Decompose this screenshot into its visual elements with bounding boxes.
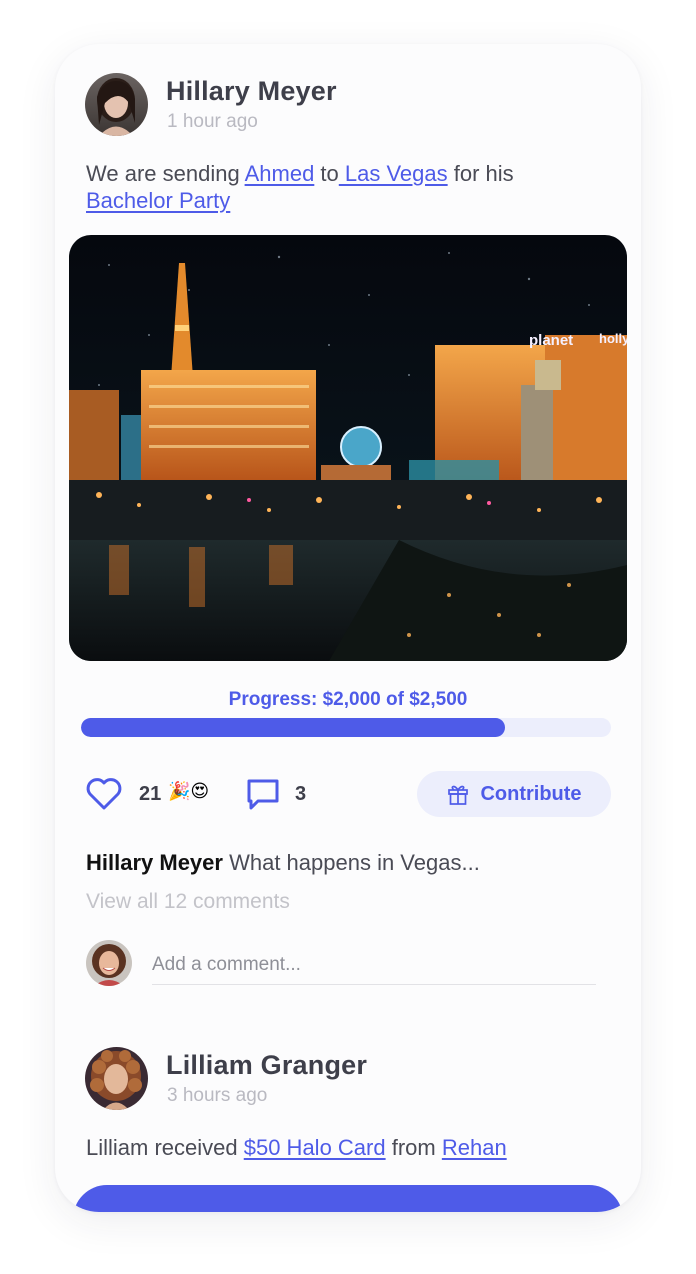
current-user-avatar [86,940,132,986]
progress-label: Progress: $2,000 of $2,500 [228,689,468,710]
post-timestamp: 3 hours ago [167,1085,268,1106]
post-timestamp: 1 hour ago [167,111,258,132]
heart-icon [86,778,122,810]
avatar-hillary[interactable] [85,73,148,136]
comment-count: 3 [295,783,307,805]
caption-text: for his [447,161,514,186]
caption-text: We are sending [86,161,245,186]
contribute-button[interactable]: Contribute [417,771,611,817]
comment-button[interactable] [245,776,281,812]
event-link-bachelor-party[interactable]: Bachelor Party [86,188,230,213]
gift-icon [448,785,469,805]
post-caption: We are sending Ahmed to Las Vegas for hi… [86,160,606,214]
post-image-las-vegas[interactable]: planet holly [69,235,627,661]
view-all-comments-link[interactable]: View all 12 comments [86,890,290,914]
svg-text:planet: planet [529,332,573,349]
reaction-emojis: 🎉😍 [168,781,210,802]
mention-link-ahmed[interactable]: Ahmed [245,161,315,186]
place-link-las-vegas[interactable]: Las Vegas [339,161,448,186]
progress-bar [81,718,611,737]
avatar-lilliam[interactable] [85,1047,148,1110]
caption-text: to [314,161,339,186]
like-count: 21 [139,783,162,805]
comment-text: What happens in Vegas... [222,850,480,875]
add-comment-input[interactable] [152,946,596,985]
speech-bubble-icon [247,779,279,810]
gift-card-link[interactable]: $50 Halo Card [244,1135,386,1160]
feed-card: Hillary Meyer 1 hour ago We are sending … [55,44,641,1212]
like-button[interactable] [85,776,123,812]
svg-text:holly: holly [599,331,627,346]
caption-text: Lilliam received [86,1135,244,1160]
top-comment: Hillary Meyer What happens in Vegas... [86,850,480,876]
contribute-label: Contribute [480,782,582,805]
mention-link-rehan[interactable]: Rehan [442,1135,507,1160]
post-author-name[interactable]: Lilliam Granger [166,1050,367,1081]
post-author-name[interactable]: Hillary Meyer [166,76,337,107]
progress-bar-fill [81,718,505,737]
comment-author[interactable]: Hillary Meyer [86,850,223,875]
post-caption: Lilliam received $50 Halo Card from Reha… [86,1134,606,1161]
post-banner[interactable] [73,1185,623,1212]
caption-text: from [385,1135,442,1160]
